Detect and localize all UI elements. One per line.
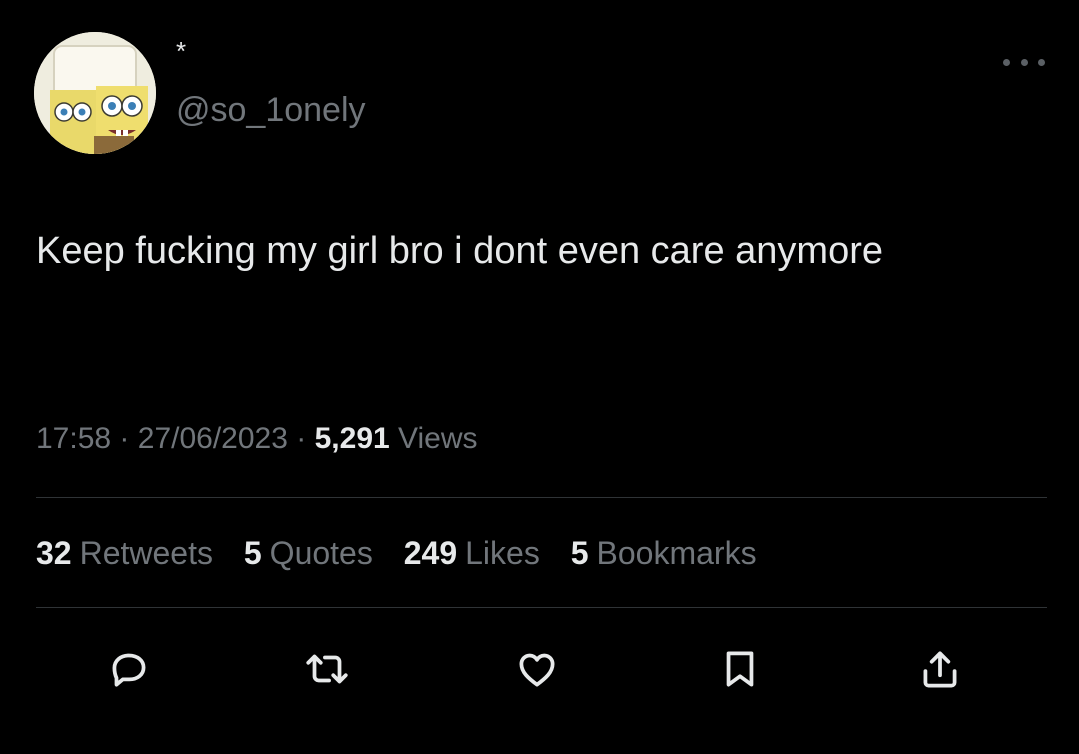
stat-quotes[interactable]: 5 Quotes [244, 535, 373, 571]
retweet-icon [306, 654, 348, 684]
stat-count: 5 [570, 535, 589, 571]
views-count: 5,291 [314, 422, 390, 455]
tweet-stats: 32 Retweets 5 Quotes 249 Likes 5 Bookmarks [36, 535, 779, 572]
stat-label: Likes [465, 535, 540, 571]
user-handle[interactable]: @so_1onely [176, 93, 366, 127]
stat-count: 249 [403, 535, 458, 571]
more-dot [1003, 58, 1010, 66]
tweet-time[interactable]: 17:58 [36, 422, 111, 455]
share-button[interactable] [915, 644, 965, 694]
action-bar [0, 644, 1079, 694]
avatar[interactable] [34, 32, 156, 154]
share-icon [923, 651, 957, 688]
more-dot [1038, 58, 1045, 66]
meta-separator: · [119, 422, 130, 455]
avatar-image [34, 32, 156, 154]
tweet-date[interactable]: 27/06/2023 [138, 422, 288, 455]
stat-count: 5 [243, 535, 262, 571]
divider [36, 497, 1047, 498]
tweet-text: Keep fucking my girl bro i dont even car… [36, 230, 883, 272]
bookmark-button[interactable] [715, 644, 765, 694]
like-button[interactable] [512, 644, 562, 694]
stat-likes[interactable]: 249 Likes [404, 535, 540, 571]
stat-label: Quotes [269, 535, 373, 571]
like-icon [519, 653, 555, 687]
stat-count: 32 [36, 535, 72, 571]
meta-separator: · [296, 422, 307, 455]
divider [36, 607, 1047, 608]
views-label: Views [398, 422, 478, 455]
stat-bookmarks[interactable]: 5 Bookmarks [571, 535, 757, 571]
retweet-button[interactable] [302, 644, 352, 694]
tweet-meta: 17:58 · 27/06/2023 · 5,291 Views [36, 422, 478, 456]
reply-icon [112, 653, 146, 687]
more-options-icon[interactable] [1003, 54, 1045, 70]
display-name[interactable]: * [176, 38, 186, 64]
stat-label: Retweets [79, 535, 213, 571]
more-dot [1020, 58, 1028, 66]
stat-label: Bookmarks [596, 535, 757, 571]
reply-button[interactable] [104, 644, 154, 694]
bookmark-icon [726, 651, 754, 687]
stat-retweets[interactable]: 32 Retweets [36, 535, 213, 571]
